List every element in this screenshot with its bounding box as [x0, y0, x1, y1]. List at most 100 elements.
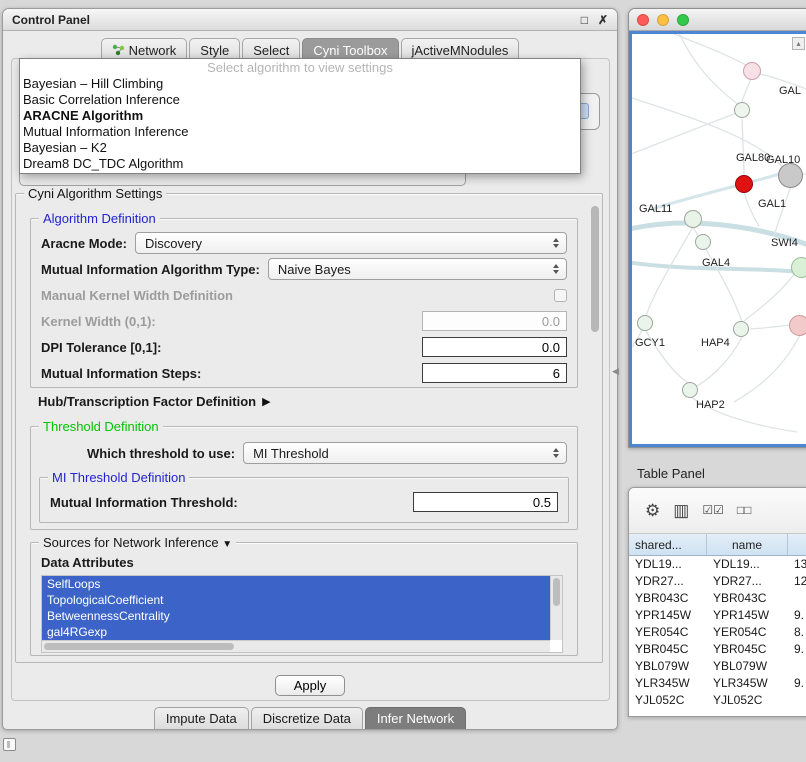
network-node[interactable]: [735, 175, 753, 193]
attribute-item-selected[interactable]: gal4RGexp: [42, 624, 550, 640]
tab-label: Style: [200, 43, 229, 58]
attribute-item-selected[interactable]: TopologicalCoefficient: [42, 592, 550, 608]
cell-extra: [788, 658, 806, 675]
cell-name: YDR27...: [707, 573, 788, 590]
collapsed-arrow-icon: ▶: [262, 395, 270, 408]
table-row[interactable]: YDL19... YDL19... 13: [629, 556, 806, 573]
dropdown-item-basic-correlation[interactable]: Basic Correlation Inference: [20, 92, 580, 108]
columns-icon[interactable]: ▥: [673, 502, 689, 519]
network-node[interactable]: [743, 62, 761, 80]
network-node[interactable]: [778, 163, 803, 188]
sources-group-title[interactable]: Sources for Network Inference ▼: [39, 535, 236, 550]
network-node[interactable]: [695, 234, 711, 250]
dpi-tolerance-input[interactable]: [422, 337, 567, 357]
table-row[interactable]: YER054C YER054C 8.: [629, 624, 806, 641]
mi-steps-input[interactable]: [422, 363, 567, 383]
column-header-name[interactable]: name: [707, 534, 788, 555]
kernel-width-input[interactable]: [422, 311, 567, 331]
network-node[interactable]: [682, 382, 698, 398]
cell-extra: 12: [788, 573, 806, 590]
algorithm-definition-title: Algorithm Definition: [39, 211, 160, 226]
mi-algorithm-type-select[interactable]: Naive Bayes: [268, 258, 567, 280]
scroll-up-icon[interactable]: ▴: [792, 37, 805, 50]
network-window-titlebar[interactable]: [629, 9, 806, 31]
table-row[interactable]: YPR145W YPR145W 9.: [629, 607, 806, 624]
network-node[interactable]: [791, 257, 806, 278]
dropdown-item-aracne[interactable]: ARACNE Algorithm: [20, 108, 580, 124]
minimize-traffic-light[interactable]: [657, 14, 669, 26]
column-header-extra[interactable]: [788, 534, 806, 555]
gear-icon[interactable]: ⚙: [645, 502, 660, 519]
dropdown-item-dream8[interactable]: Dream8 DC_TDC Algorithm: [20, 156, 580, 172]
control-panel-window: Control Panel □ ✗ Network Style: [2, 8, 618, 730]
dropdown-item-mutual-information[interactable]: Mutual Information Inference: [20, 124, 580, 140]
data-attributes-list[interactable]: SelfLoops TopologicalCoefficient Between…: [41, 575, 563, 653]
network-node[interactable]: [734, 102, 750, 118]
algorithm-dropdown-popup: Select algorithm to view settings Bayesi…: [19, 58, 581, 174]
cell-extra: [788, 692, 806, 709]
close-traffic-light[interactable]: [637, 14, 649, 26]
mi-threshold-input[interactable]: [413, 492, 558, 512]
manual-kernel-width-label: Manual Kernel Width Definition: [41, 288, 233, 303]
network-node[interactable]: [637, 315, 653, 331]
tab-discretize-data[interactable]: Discretize Data: [251, 707, 363, 729]
control-panel-titlebar[interactable]: Control Panel □ ✗: [3, 9, 617, 31]
tab-network[interactable]: Network: [101, 38, 188, 59]
network-canvas[interactable]: GAL GAL80 GAL10 GAL11 GAL1 SWI4 GAL4 GCY…: [629, 31, 806, 447]
mi-threshold-group-title: MI Threshold Definition: [48, 470, 189, 485]
tab-infer-network[interactable]: Infer Network: [365, 707, 466, 729]
tab-cyni-toolbox[interactable]: Cyni Toolbox: [302, 38, 398, 59]
settings-scrollbar-thumb[interactable]: [591, 206, 599, 332]
attribute-item-selected[interactable]: SelfLoops: [42, 576, 550, 592]
which-threshold-select[interactable]: MI Threshold: [243, 442, 567, 464]
cell-extra: 9.: [788, 641, 806, 658]
tab-label: jActiveMNodules: [412, 43, 509, 58]
apply-button[interactable]: Apply: [275, 675, 345, 696]
combo-arrows-icon: [548, 238, 564, 248]
cell-shared-name: YDR27...: [629, 573, 707, 590]
deselect-all-checkboxes-icon[interactable]: □□: [737, 502, 752, 519]
attributes-vertical-scrollbar[interactable]: [550, 576, 562, 640]
close-window-icon[interactable]: ✗: [598, 14, 608, 26]
dpi-tolerance-label: DPI Tolerance [0,1]:: [41, 340, 161, 355]
aracne-mode-select[interactable]: Discovery: [135, 232, 567, 254]
table-row[interactable]: YLR345W YLR345W 9.: [629, 675, 806, 692]
threshold-definition-group: Threshold Definition Which threshold to …: [30, 426, 578, 530]
dropdown-item-bayesian-k2[interactable]: Bayesian – K2: [20, 140, 580, 156]
column-header-shared-name[interactable]: shared...: [629, 534, 707, 555]
network-node[interactable]: [684, 210, 702, 228]
table-row[interactable]: YBR045C YBR045C 9.: [629, 641, 806, 658]
select-all-checkboxes-icon[interactable]: ☑☑: [702, 502, 724, 519]
network-node-label: HAP2: [696, 399, 725, 411]
network-node[interactable]: [733, 321, 749, 337]
docked-panel-icon[interactable]: [3, 738, 16, 751]
tab-style[interactable]: Style: [189, 38, 240, 59]
table-row[interactable]: YJL052C YJL052C: [629, 692, 806, 709]
hub-definition-toggle[interactable]: Hub/Transcription Factor Definition ▶: [38, 394, 271, 409]
manual-kernel-width-checkbox[interactable]: [554, 289, 567, 302]
attribute-item-selected[interactable]: BetweennessCentrality: [42, 608, 550, 624]
tab-jactivemnodules[interactable]: jActiveMNodules: [401, 38, 520, 59]
float-window-icon[interactable]: □: [581, 14, 588, 26]
tab-label: Cyni Toolbox: [313, 43, 387, 58]
cell-shared-name: YLR345W: [629, 675, 707, 692]
tab-select[interactable]: Select: [242, 38, 300, 59]
network-node-label: SWI4: [771, 237, 798, 249]
table-row[interactable]: YBR043C YBR043C: [629, 590, 806, 607]
expanded-arrow-icon: ▼: [222, 539, 232, 550]
cell-extra: 9.: [788, 675, 806, 692]
aracne-mode-row: Aracne Mode: Discovery: [41, 231, 567, 255]
dropdown-item-bayesian-hill-climbing[interactable]: Bayesian – Hill Climbing: [20, 76, 580, 92]
attributes-horizontal-scrollbar[interactable]: [42, 640, 550, 652]
table-row[interactable]: YBL079W YBL079W: [629, 658, 806, 675]
network-node-label: GAL10: [766, 154, 800, 166]
table-row[interactable]: YDR27... YDR27... 12: [629, 573, 806, 590]
dpi-tolerance-row: DPI Tolerance [0,1]:: [41, 335, 567, 359]
cell-name: YBR045C: [707, 641, 788, 658]
zoom-traffic-light[interactable]: [677, 14, 689, 26]
tab-impute-data[interactable]: Impute Data: [154, 707, 249, 729]
aracne-mode-label: Aracne Mode:: [41, 236, 127, 251]
splitter-arrow-icon[interactable]: ◀: [612, 366, 619, 377]
network-node[interactable]: [789, 315, 806, 336]
window-title: Control Panel: [12, 13, 90, 27]
